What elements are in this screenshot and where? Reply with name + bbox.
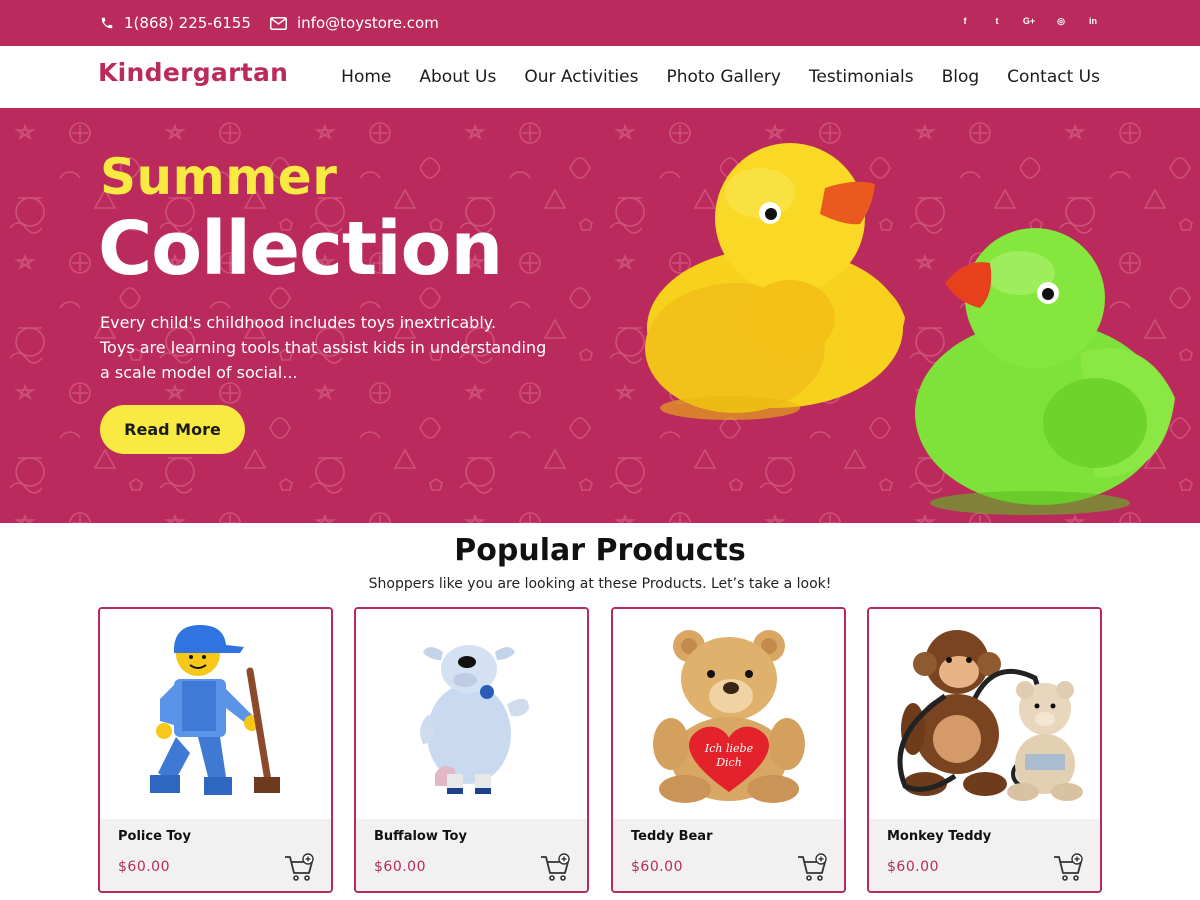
main-menu: Home About Us Our Activities Photo Galle… bbox=[341, 46, 1100, 108]
buffalo-toy-image bbox=[419, 645, 529, 794]
teddy-bear-image: Ich liebe Dich bbox=[652, 630, 805, 803]
site-logo[interactable]: Kindergartan bbox=[98, 58, 288, 87]
email-contact[interactable]: info@toystore.com bbox=[270, 0, 439, 46]
product-name[interactable]: Teddy Bear bbox=[631, 829, 712, 844]
product-info: Police Toy $60.00 bbox=[100, 819, 331, 891]
twitter-icon[interactable]: t bbox=[988, 12, 1006, 30]
main-navbar: Kindergartan Home About Us Our Activitie… bbox=[0, 46, 1200, 108]
popular-products-title: Popular Products bbox=[454, 533, 746, 568]
nav-contact-us[interactable]: Contact Us bbox=[1007, 67, 1100, 87]
social-links: f t G+ ◎ in bbox=[956, 0, 1102, 42]
top-bar: 1(868) 225-6155 info@toystore.com f t G+… bbox=[0, 0, 1200, 46]
facebook-icon[interactable]: f bbox=[956, 12, 974, 30]
product-info: Teddy Bear $60.00 bbox=[613, 819, 844, 891]
email-address: info@toystore.com bbox=[297, 14, 439, 32]
product-price: $60.00 bbox=[631, 859, 683, 875]
hero-description: Every child's childhood includes toys in… bbox=[100, 310, 570, 385]
add-to-cart-icon[interactable] bbox=[1052, 851, 1084, 883]
read-more-button[interactable]: Read More bbox=[100, 405, 245, 454]
product-card[interactable]: Monkey Teddy $60.00 bbox=[867, 607, 1102, 893]
hero-description-line: a scale model of social... bbox=[100, 363, 298, 382]
linkedin-icon[interactable]: in bbox=[1084, 12, 1102, 30]
nav-home[interactable]: Home bbox=[341, 67, 391, 87]
add-to-cart-icon[interactable] bbox=[539, 851, 571, 883]
product-card[interactable]: Police Toy $60.00 bbox=[98, 607, 333, 893]
phone-contact[interactable]: 1(868) 225-6155 bbox=[100, 0, 251, 46]
nav-about-us[interactable]: About Us bbox=[419, 67, 496, 87]
popular-products-subtitle: Shoppers like you are looking at these P… bbox=[368, 576, 832, 592]
green-duck-illustration bbox=[915, 228, 1175, 515]
mail-icon bbox=[270, 16, 287, 30]
product-image[interactable] bbox=[356, 609, 587, 819]
product-image[interactable]: Ich liebe Dich bbox=[613, 609, 844, 819]
product-info: Monkey Teddy $60.00 bbox=[869, 819, 1100, 891]
rubber-ducks-image bbox=[645, 143, 1175, 515]
product-info: Buffalow Toy $60.00 bbox=[356, 819, 587, 891]
google-plus-icon[interactable]: G+ bbox=[1020, 12, 1038, 30]
yellow-duck-illustration bbox=[645, 143, 905, 420]
product-name[interactable]: Monkey Teddy bbox=[887, 829, 991, 844]
svg-text:Dich: Dich bbox=[715, 756, 742, 769]
monkey-teddy-image bbox=[897, 630, 1083, 801]
hero-description-line: Every child's childhood includes toys in… bbox=[100, 313, 497, 332]
product-card[interactable]: Ich liebe Dich Teddy Bear $60.00 bbox=[611, 607, 846, 893]
nav-testimonials[interactable]: Testimonials bbox=[809, 67, 914, 87]
product-name[interactable]: Buffalow Toy bbox=[374, 829, 467, 844]
product-name[interactable]: Police Toy bbox=[118, 829, 191, 844]
phone-icon bbox=[101, 17, 113, 29]
svg-text:Ich liebe: Ich liebe bbox=[703, 742, 753, 755]
add-to-cart-icon[interactable] bbox=[283, 851, 315, 883]
product-price: $60.00 bbox=[887, 859, 939, 875]
hero-title-collection: Collection bbox=[98, 206, 503, 292]
product-price: $60.00 bbox=[374, 859, 426, 875]
instagram-icon[interactable]: ◎ bbox=[1052, 12, 1070, 30]
product-image[interactable] bbox=[100, 609, 331, 819]
product-image[interactable] bbox=[869, 609, 1100, 819]
police-toy-figure-image bbox=[149, 625, 280, 795]
add-to-cart-icon[interactable] bbox=[796, 851, 828, 883]
nav-photo-gallery[interactable]: Photo Gallery bbox=[666, 67, 780, 87]
product-grid: Police Toy $60.00 Buffalow Toy $60.00 Ic… bbox=[98, 607, 1102, 893]
nav-our-activities[interactable]: Our Activities bbox=[524, 67, 638, 87]
nav-blog[interactable]: Blog bbox=[942, 67, 980, 87]
phone-number: 1(868) 225-6155 bbox=[124, 14, 251, 32]
hero-title-summer: Summer bbox=[100, 148, 338, 206]
product-card[interactable]: Buffalow Toy $60.00 bbox=[354, 607, 589, 893]
product-price: $60.00 bbox=[118, 859, 170, 875]
hero-description-line: Toys are learning tools that assist kids… bbox=[100, 338, 547, 357]
hero-banner: Summer Collection Every child's childhoo… bbox=[0, 108, 1200, 523]
